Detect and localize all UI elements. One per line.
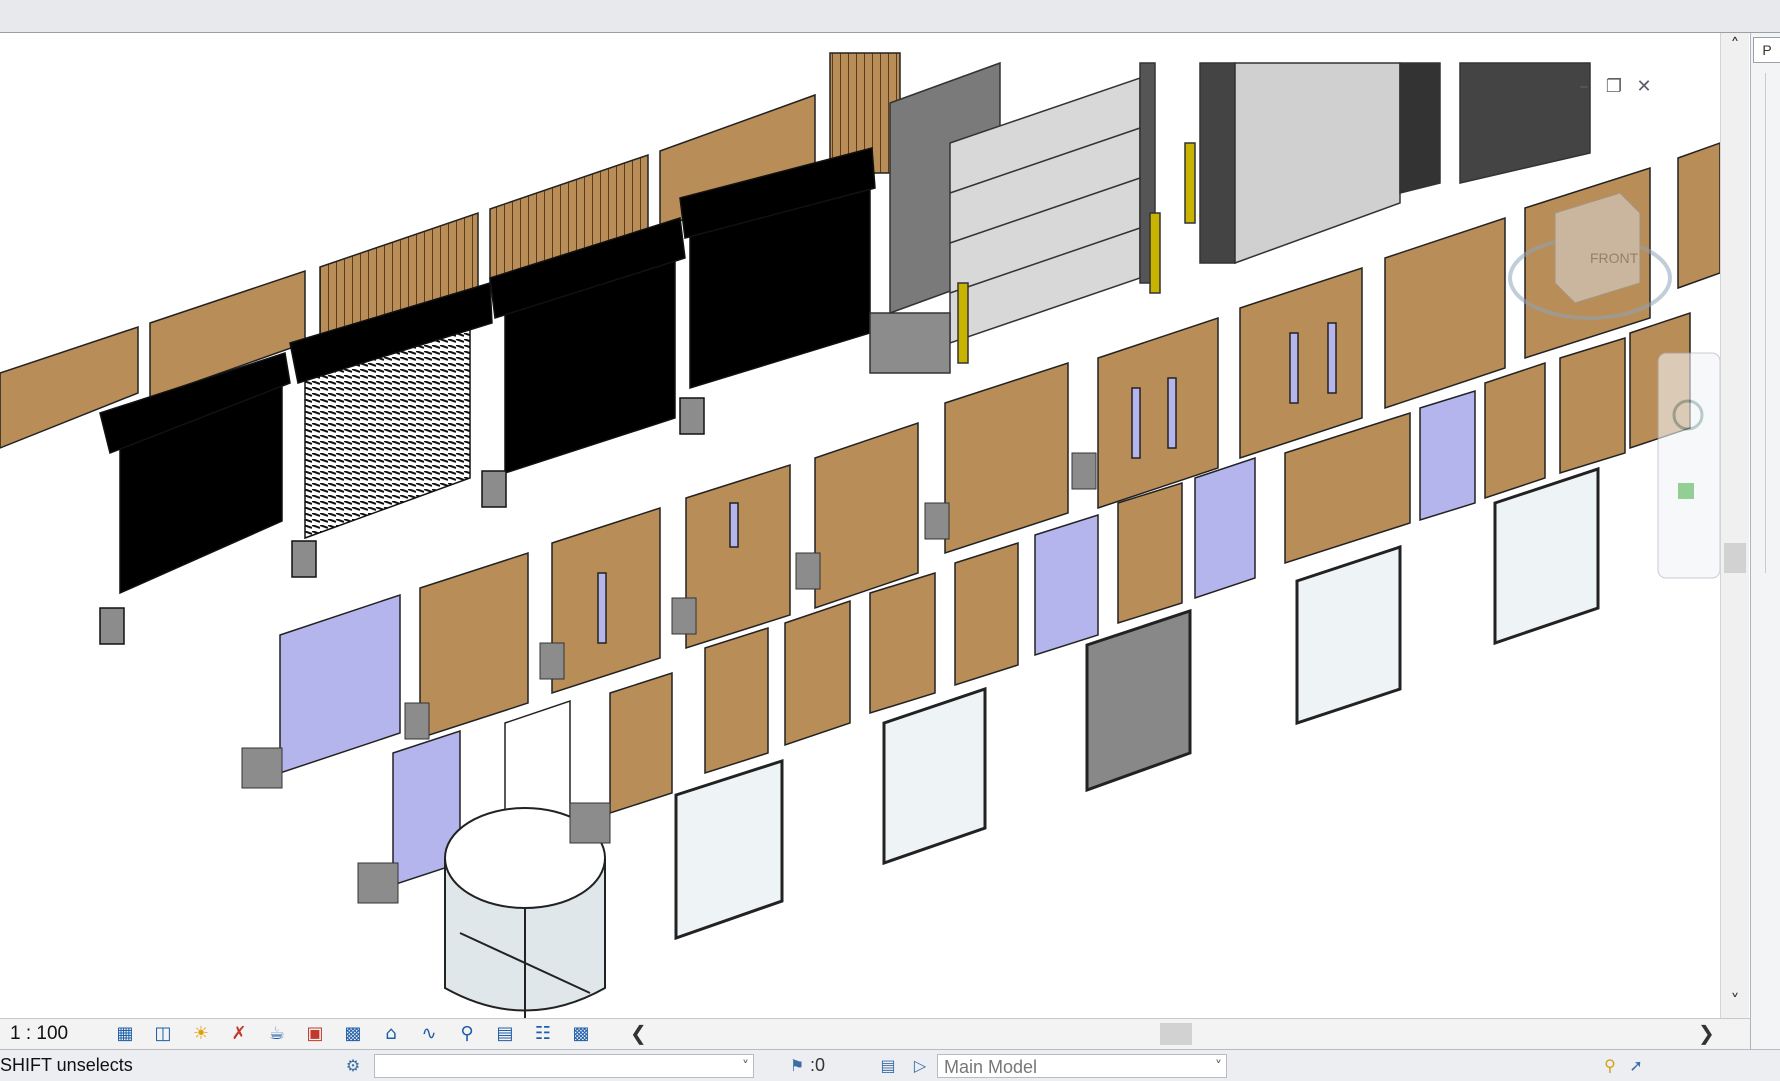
horizontal-scroll-thumb[interactable] <box>1160 1023 1192 1045</box>
temporary-hide-isolate-icon[interactable]: ∿ <box>414 1022 444 1046</box>
viewcube-face-label: FRONT <box>1590 250 1639 266</box>
top-ribbon-strip <box>0 0 1780 33</box>
status-bar: SHIFT unselects ⚙ ˅ ⚑ :0 ▤ ▷ Main Model … <box>0 1049 1780 1081</box>
vertical-scroll-thumb[interactable] <box>1724 543 1746 573</box>
highlight-displacement-icon[interactable]: ☷ <box>528 1022 558 1046</box>
active-design-option-icon[interactable]: ▷ <box>907 1054 933 1078</box>
panel-border <box>1765 73 1780 573</box>
restore-icon[interactable]: ❐ <box>1604 77 1624 97</box>
show-rendering-icon[interactable]: ☕ <box>262 1022 292 1046</box>
visual-style-icon[interactable]: ◫ <box>148 1022 178 1046</box>
reveal-hidden-icon[interactable]: ⚲ <box>452 1022 482 1046</box>
filter-icon[interactable]: ⚲ <box>1597 1054 1623 1078</box>
view-window-controls: – ❐ ✕ <box>1574 77 1654 97</box>
scroll-up-icon[interactable]: ˄ <box>1721 33 1749 59</box>
zoom-icon <box>1678 483 1694 499</box>
chevron-down-icon: ˅ <box>742 1058 749 1075</box>
workset-combo[interactable]: ˅ <box>374 1053 754 1078</box>
crop-view-icon[interactable]: ▣ <box>300 1022 330 1046</box>
view-scale[interactable]: 1 : 100 <box>10 1023 110 1045</box>
shadows-icon[interactable]: ✗ <box>224 1022 254 1046</box>
properties-tab[interactable]: P <box>1753 37 1780 63</box>
design-option-value: Main Model <box>944 1056 1038 1077</box>
worksets-icon[interactable]: ⚙ <box>340 1054 366 1078</box>
design-option-combo[interactable]: Main Model ˅ <box>937 1053 1228 1078</box>
reveal-constraints-icon[interactable]: ▩ <box>566 1022 596 1046</box>
door-model-drawing: FRONT <box>0 52 1720 1018</box>
scroll-down-icon[interactable]: ˅ <box>1721 989 1749 1015</box>
show-crop-region-icon[interactable]: ▩ <box>338 1022 368 1046</box>
navigation-bar[interactable] <box>1657 352 1720 579</box>
view-control-icons: ▦ ◫ ☀ ✗ ☕ ▣ ▩ ⌂ ∿ ⚲ ▤ ☷ ▩ <box>110 1022 596 1046</box>
unlock-3d-view-icon[interactable]: ⌂ <box>376 1022 406 1046</box>
close-icon[interactable]: ✕ <box>1634 77 1654 97</box>
minimize-icon[interactable]: – <box>1574 77 1594 97</box>
scroll-left-icon[interactable]: ❮ <box>630 1022 647 1044</box>
detail-level-icon[interactable]: ▦ <box>110 1022 140 1046</box>
scroll-right-icon[interactable]: ❯ <box>1698 1022 1715 1044</box>
sun-path-icon[interactable]: ☀ <box>186 1022 216 1046</box>
editable-count: :0 <box>810 1055 826 1075</box>
selection-icon[interactable]: ➚ <box>1623 1054 1649 1078</box>
status-hint: SHIFT unselects <box>0 1055 133 1075</box>
horizontal-scrollbar[interactable]: ❮ ❯ <box>630 1022 1720 1045</box>
chevron-down-icon: ˅ <box>1215 1058 1223 1075</box>
properties-panel-edge: P <box>1750 33 1780 1080</box>
editable-only-icon[interactable]: ⚑ <box>784 1054 810 1078</box>
3d-view-canvas[interactable]: FRONT – ❐ ✕ <box>0 33 1720 1018</box>
analytical-model-icon[interactable]: ▤ <box>490 1022 520 1046</box>
design-options-icon[interactable]: ▤ <box>875 1054 901 1078</box>
vertical-scrollbar[interactable]: ˄ ˅ <box>1720 33 1749 1018</box>
